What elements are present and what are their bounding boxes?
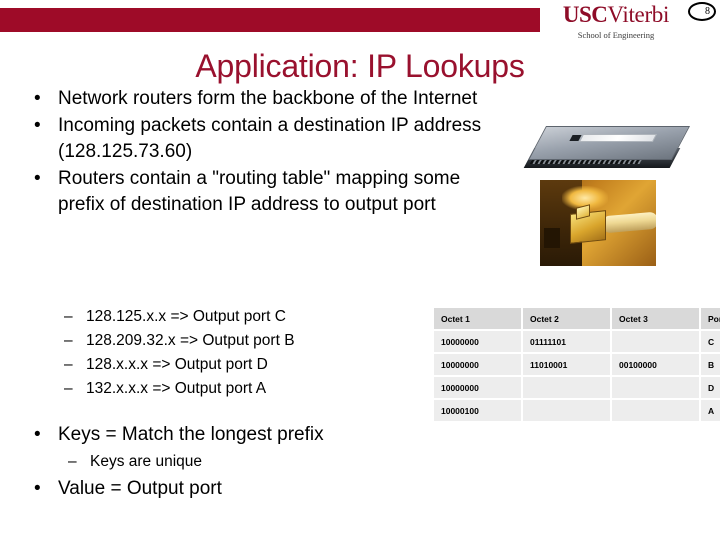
mapping-text: 128.209.32.x => Output port B <box>86 332 295 349</box>
list-item: • Routers contain a "routing table" mapp… <box>22 166 502 218</box>
usc-viterbi-logo: USCViterbi School of Engineering <box>548 2 684 40</box>
list-item: • Keys = Match the longest prefix – Keys… <box>22 422 442 474</box>
table-row: 10000000 11010001 00100000 B <box>434 354 720 375</box>
cell-octet2: 11010001 <box>523 354 610 375</box>
list-item: – 128.125.x.x => Output port C <box>54 305 434 329</box>
cell-octet3: 00100000 <box>612 354 699 375</box>
bullet-glyph-icon: • <box>34 478 41 499</box>
keys-text: Keys = Match the longest prefix <box>58 424 324 445</box>
cell-octet2: 01111101 <box>523 331 610 352</box>
column-header-octet2: Octet 2 <box>523 308 610 329</box>
switch-label-strip <box>578 134 658 142</box>
table-row: 10000000 01111101 C <box>434 331 720 352</box>
cell-port: D <box>701 377 720 398</box>
bullet-text: Incoming packets contain a destination I… <box>58 115 482 162</box>
routing-table-body: 10000000 01111101 C 10000000 11010001 00… <box>434 331 720 421</box>
main-bullet-list-container: • Network routers form the backbone of t… <box>22 86 502 219</box>
list-item: • Network routers form the backbone of t… <box>22 86 502 112</box>
cell-octet3 <box>612 331 699 352</box>
slide-title: Application: IP Lookups <box>195 48 525 84</box>
logo-usc-text: USC <box>562 2 608 27</box>
cell-port: A <box>701 400 720 421</box>
dash-glyph-icon: – <box>64 308 73 325</box>
header-accent-bar <box>0 8 540 32</box>
bullet-text: Network routers form the backbone of the… <box>58 88 478 109</box>
cell-octet3 <box>612 400 699 421</box>
page-number-text: 8 <box>705 6 710 17</box>
cell-port: B <box>701 354 720 375</box>
dash-glyph-icon: – <box>68 453 77 470</box>
column-header-octet1: Octet 1 <box>434 308 521 329</box>
list-item: • Incoming packets contain a destination… <box>22 113 502 165</box>
table-row: 10000000 D <box>434 377 720 398</box>
mapping-text: 132.x.x.x => Output port A <box>86 380 267 397</box>
dash-glyph-icon: – <box>64 332 73 349</box>
list-item: – 128.x.x.x => Output port D <box>54 353 434 377</box>
value-text: Value = Output port <box>58 478 222 499</box>
cell-octet2 <box>523 400 610 421</box>
list-item: • Value = Output port <box>22 476 442 502</box>
cell-octet3 <box>612 377 699 398</box>
dash-glyph-icon: – <box>64 356 73 373</box>
summary-bullet-list: • Keys = Match the longest prefix – Keys… <box>22 422 442 502</box>
switch-top-surface <box>527 126 691 160</box>
table-row: 10000100 A <box>434 400 720 421</box>
dash-glyph-icon: – <box>64 380 73 397</box>
summary-bullet-list-container: • Keys = Match the longest prefix – Keys… <box>22 422 442 503</box>
column-header-port: Port <box>701 308 720 329</box>
cell-octet1: 10000000 <box>434 377 521 398</box>
routing-table: Octet 1 Octet 2 Octet 3 Port 10000000 01… <box>432 306 720 423</box>
bullet-glyph-icon: • <box>34 88 41 109</box>
network-switch-photo <box>523 118 691 184</box>
cable-photo-port-slot <box>544 228 560 248</box>
keys-sub-list: – Keys are unique <box>58 450 442 474</box>
column-header-octet3: Octet 3 <box>612 308 699 329</box>
keys-sub-text: Keys are unique <box>90 453 203 470</box>
list-item: – 128.209.32.x => Output port B <box>54 329 434 353</box>
bullet-glyph-icon: • <box>34 424 41 445</box>
logo-viterbi-text: Viterbi <box>607 2 670 27</box>
cell-octet1: 10000100 <box>434 400 521 421</box>
table-header-row: Octet 1 Octet 2 Octet 3 Port <box>434 308 720 329</box>
prefix-mapping-list: – 128.125.x.x => Output port C – 128.209… <box>54 305 434 401</box>
main-bullet-list: • Network routers form the backbone of t… <box>22 86 502 218</box>
logo-subtitle: School of Engineering <box>577 30 655 40</box>
page-number-badge: 8 <box>688 2 716 21</box>
list-item: – 132.x.x.x => Output port A <box>54 377 434 401</box>
bullet-glyph-icon: • <box>34 168 41 189</box>
cell-port: C <box>701 331 720 352</box>
bullet-glyph-icon: • <box>34 115 41 136</box>
logo-wordmark: USCViterbi <box>548 2 684 28</box>
mapping-text: 128.x.x.x => Output port D <box>86 356 268 373</box>
cell-octet2 <box>523 377 610 398</box>
ethernet-cable-photo <box>540 180 656 266</box>
prefix-mapping-list-container: – 128.125.x.x => Output port C – 128.209… <box>54 303 434 403</box>
mapping-text: 128.125.x.x => Output port C <box>86 308 286 325</box>
list-item: – Keys are unique <box>58 450 442 474</box>
cell-octet1: 10000000 <box>434 354 521 375</box>
cable-photo-wire <box>601 211 656 234</box>
bullet-text: Routers contain a "routing table" mappin… <box>58 168 461 215</box>
cell-octet1: 10000000 <box>434 331 521 352</box>
routing-table-head: Octet 1 Octet 2 Octet 3 Port <box>434 308 720 329</box>
